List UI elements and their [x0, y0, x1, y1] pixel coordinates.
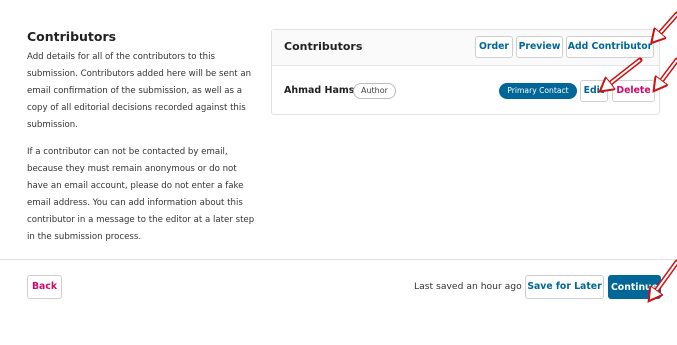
- last-saved-status: Last saved an hour ago: [414, 281, 522, 292]
- role-badge: Author: [353, 83, 396, 99]
- section-title: Contributors: [27, 29, 117, 44]
- panel-title: Contributors: [284, 40, 363, 53]
- intro-paragraph-1: Add details for all of the contributors …: [27, 52, 252, 130]
- panel-header: Contributors Order Preview Add Contribut…: [272, 30, 659, 66]
- back-button[interactable]: Back: [27, 275, 62, 299]
- contributors-intro: Contributors Add details for all of the …: [27, 29, 259, 256]
- intro-paragraph-2: If a contributor can not be contacted by…: [27, 147, 255, 242]
- preview-button[interactable]: Preview: [516, 36, 563, 58]
- delete-contributor-button[interactable]: Delete: [612, 80, 655, 102]
- add-contributor-button[interactable]: Add Contributor: [566, 36, 654, 58]
- continue-button[interactable]: Continue: [608, 275, 661, 299]
- primary-contact-badge: Primary Contact: [499, 83, 577, 99]
- contributors-panel: Contributors Order Preview Add Contribut…: [271, 29, 660, 115]
- order-button[interactable]: Order: [475, 36, 513, 58]
- footer-divider: [0, 259, 677, 260]
- edit-contributor-button[interactable]: Edit: [580, 80, 608, 102]
- save-for-later-button[interactable]: Save for Later: [525, 275, 604, 299]
- contributor-name: Ahmad Hamsa: [284, 85, 361, 96]
